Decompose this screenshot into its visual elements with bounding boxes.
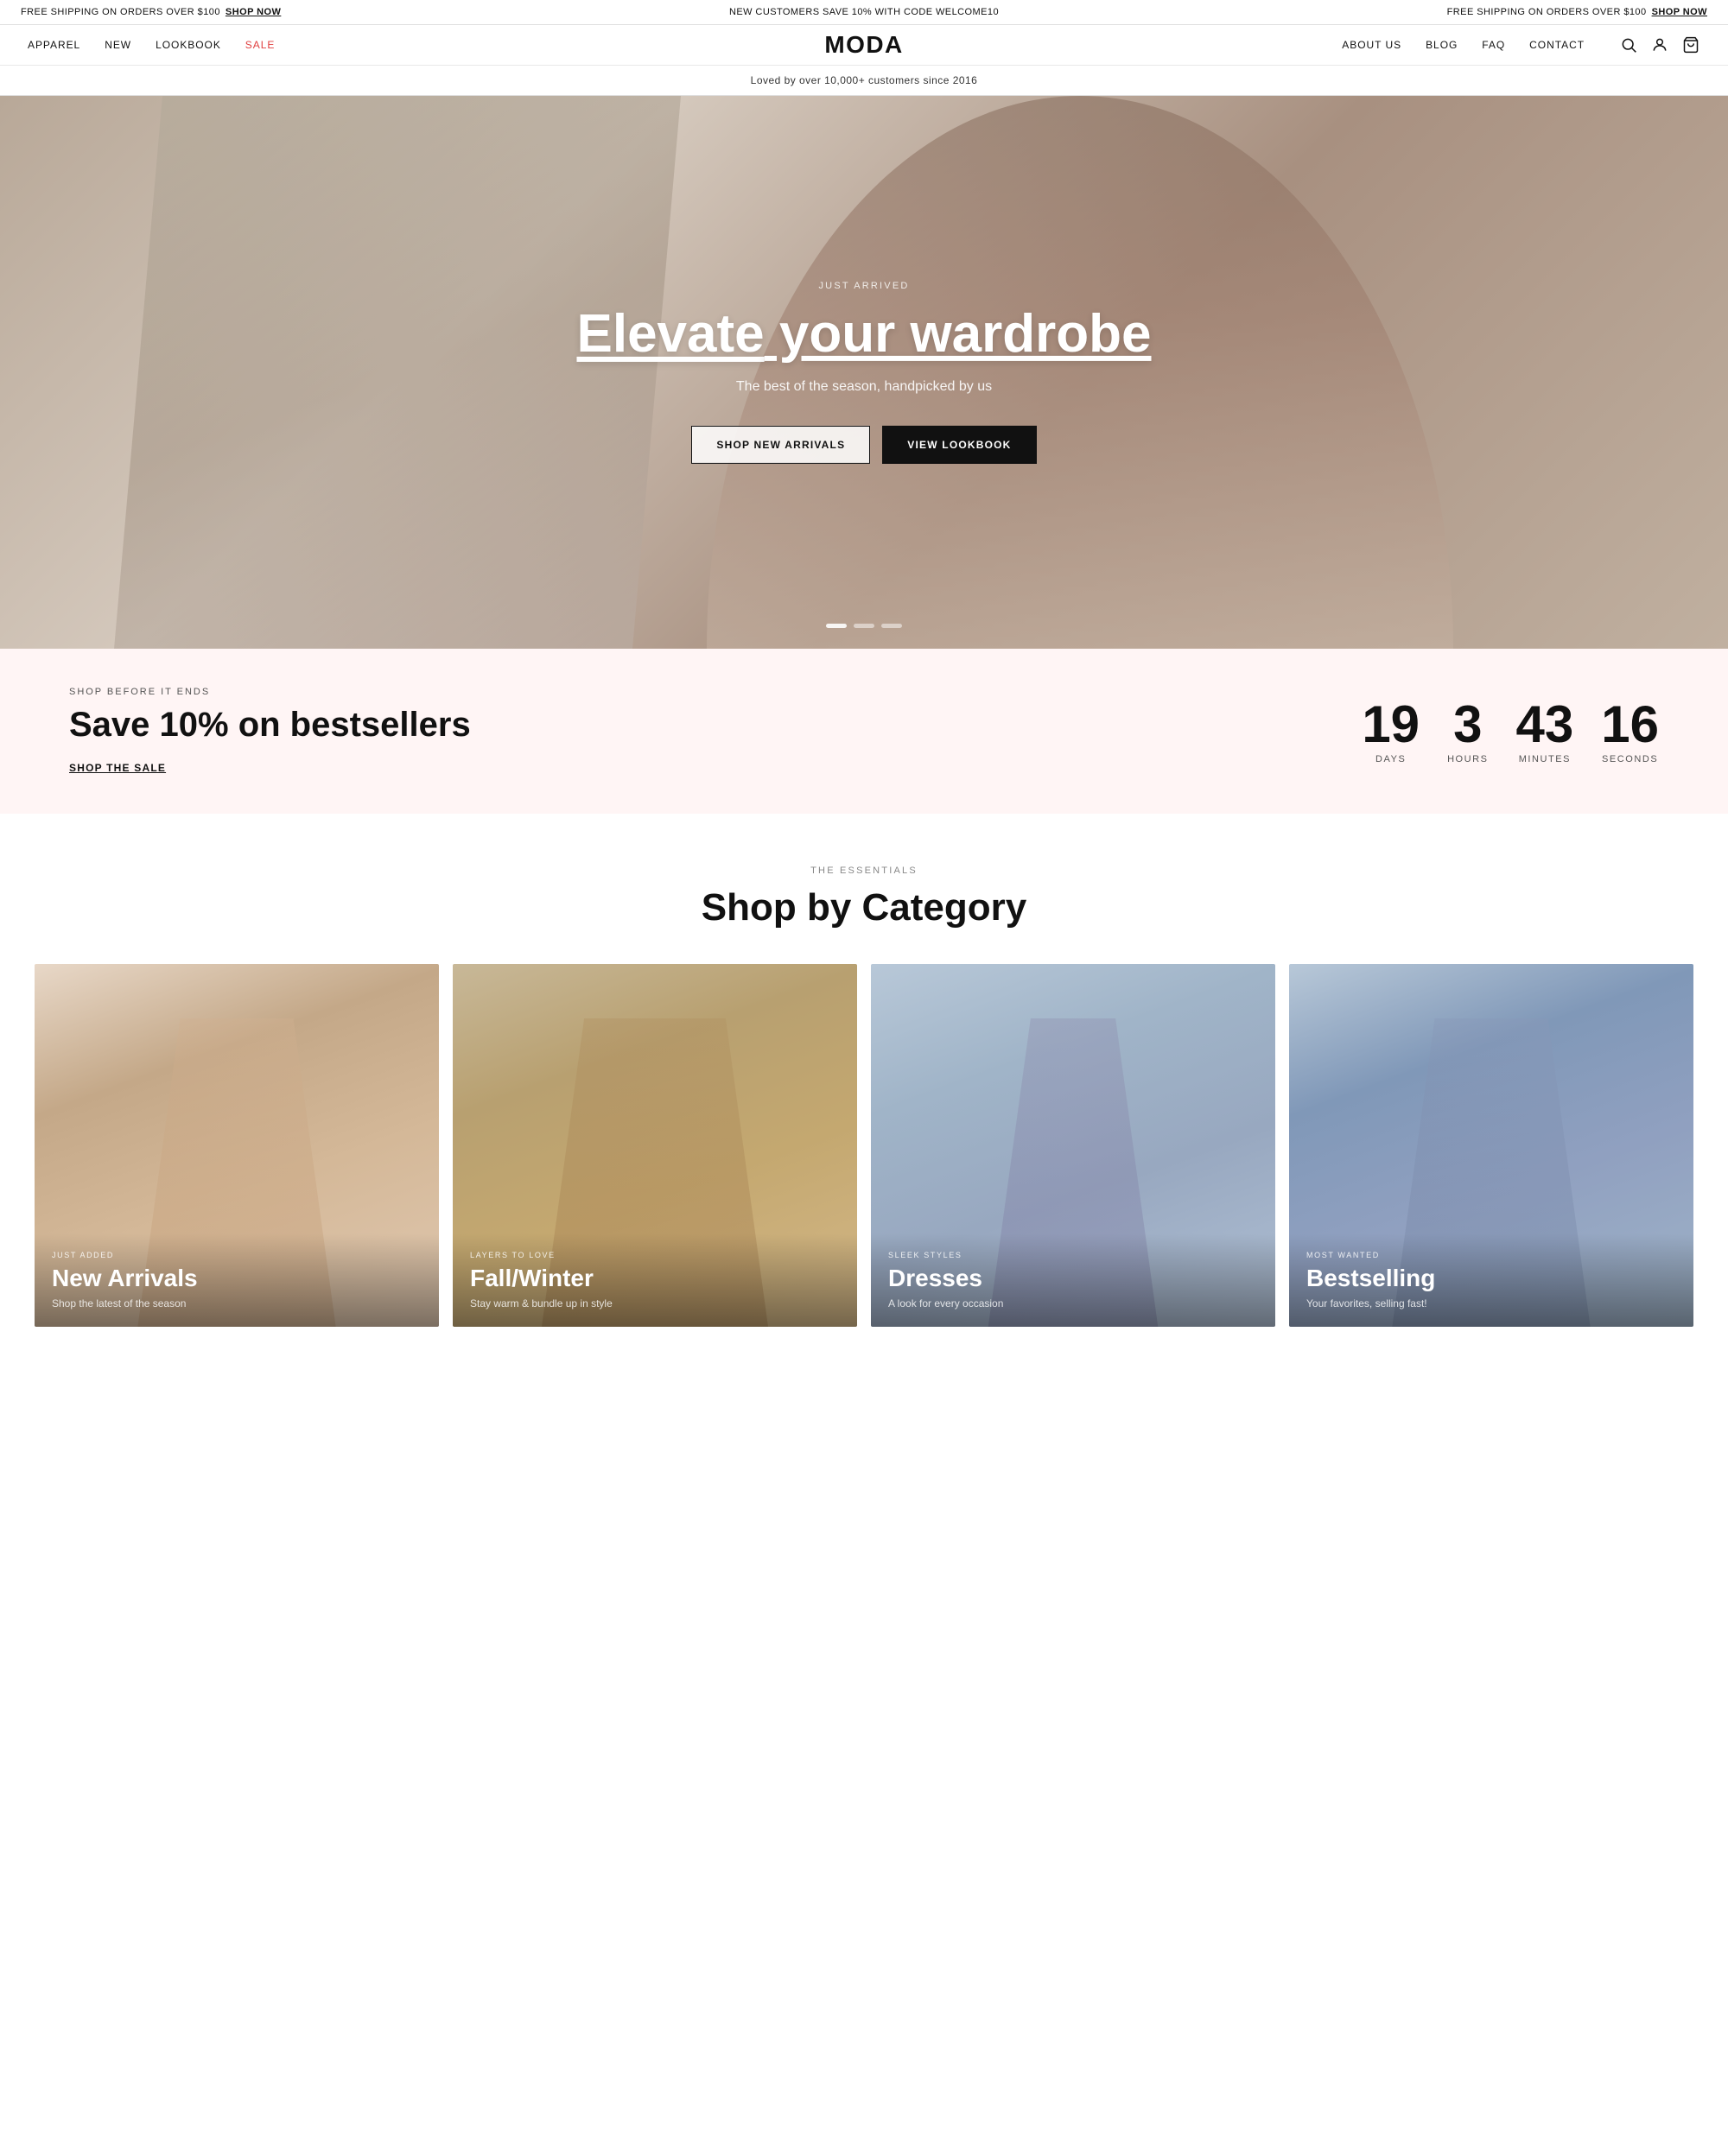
countdown-days-label: DAYS: [1362, 754, 1420, 764]
countdown-days-number: 19: [1362, 699, 1420, 751]
hero-section: JUST ARRIVED Elevate your wardrobe The b…: [0, 96, 1728, 649]
announcement-center: NEW CUSTOMERS SAVE 10% WITH CODE WELCOME…: [281, 7, 1446, 17]
card-subtitle-dresses: A look for every occasion: [888, 1297, 1258, 1309]
card-overlay-dresses: SLEEK STYLES Dresses A look for every oc…: [871, 1233, 1275, 1327]
card-subtitle-fall-winter: Stay warm & bundle up in style: [470, 1297, 840, 1309]
announcement-center-text: NEW CUSTOMERS SAVE 10% WITH CODE WELCOME…: [729, 7, 999, 17]
countdown-hours-label: HOURS: [1447, 754, 1488, 764]
nav-lookbook[interactable]: LOOKBOOK: [156, 39, 221, 51]
announcement-right: FREE SHIPPING ON ORDERS OVER $100 SHOP N…: [1447, 7, 1707, 17]
card-overlay-bestselling: MOST WANTED Bestselling Your favorites, …: [1289, 1233, 1693, 1327]
card-overlay-fall-winter: LAYERS TO LOVE Fall/Winter Stay warm & b…: [453, 1233, 857, 1327]
countdown-seconds: 16 SECONDS: [1601, 699, 1659, 764]
hero-dot-1[interactable]: [826, 624, 847, 628]
card-title-fall-winter: Fall/Winter: [470, 1265, 840, 1292]
category-card-fall-winter[interactable]: LAYERS TO LOVE Fall/Winter Stay warm & b…: [453, 964, 857, 1327]
hero-title-rest: your wardrobe: [765, 304, 1152, 364]
announcement-bar: FREE SHIPPING ON ORDERS OVER $100 SHOP N…: [0, 0, 1728, 25]
navbar: APPAREL NEW LOOKBOOK SALE MODA ABOUT US …: [0, 25, 1728, 66]
view-lookbook-button[interactable]: VIEW LOOKBOOK: [882, 426, 1036, 464]
card-tag-fall-winter: LAYERS TO LOVE: [470, 1251, 840, 1259]
nav-logo[interactable]: MODA: [824, 31, 903, 59]
category-card-bestselling[interactable]: MOST WANTED Bestselling Your favorites, …: [1289, 964, 1693, 1327]
category-section-label: THE ESSENTIALS: [35, 866, 1693, 876]
countdown-days: 19 DAYS: [1362, 699, 1420, 764]
account-icon[interactable]: [1650, 35, 1669, 54]
sale-text: SHOP BEFORE IT ENDS Save 10% on bestsell…: [69, 687, 1310, 776]
card-subtitle-bestselling: Your favorites, selling fast!: [1306, 1297, 1676, 1309]
nav-contact[interactable]: CONTACT: [1529, 39, 1585, 51]
hero-content: JUST ARRIVED Elevate your wardrobe The b…: [259, 281, 1469, 464]
countdown-hours-number: 3: [1447, 699, 1488, 751]
nav-icons: [1619, 35, 1700, 54]
category-card-dresses[interactable]: SLEEK STYLES Dresses A look for every oc…: [871, 964, 1275, 1327]
nav-sale[interactable]: SALE: [245, 39, 276, 51]
shop-new-arrivals-button[interactable]: SHOP NEW ARRIVALS: [691, 426, 870, 464]
sub-bar-text: Loved by over 10,000+ customers since 20…: [751, 74, 978, 86]
card-title-dresses: Dresses: [888, 1265, 1258, 1292]
card-tag-new-arrivals: JUST ADDED: [52, 1251, 422, 1259]
card-tag-dresses: SLEEK STYLES: [888, 1251, 1258, 1259]
nav-new[interactable]: NEW: [105, 39, 131, 51]
cart-icon[interactable]: [1681, 35, 1700, 54]
countdown-minutes-number: 43: [1516, 699, 1574, 751]
nav-about[interactable]: ABOUT US: [1342, 39, 1401, 51]
hero-dots: [826, 624, 902, 628]
announcement-left: FREE SHIPPING ON ORDERS OVER $100 SHOP N…: [21, 7, 281, 17]
category-section: THE ESSENTIALS Shop by Category JUST ADD…: [0, 814, 1728, 1379]
countdown-minutes: 43 MINUTES: [1516, 699, 1574, 764]
countdown-hours: 3 HOURS: [1447, 699, 1488, 764]
card-overlay-new-arrivals: JUST ADDED New Arrivals Shop the latest …: [35, 1233, 439, 1327]
announcement-right-text: FREE SHIPPING ON ORDERS OVER $100: [1447, 7, 1647, 17]
announcement-left-link[interactable]: SHOP NOW: [226, 7, 281, 17]
countdown-minutes-label: MINUTES: [1516, 754, 1574, 764]
nav-faq[interactable]: FAQ: [1482, 39, 1505, 51]
nav-right: ABOUT US BLOG FAQ CONTACT: [864, 35, 1700, 54]
announcement-right-link[interactable]: SHOP NOW: [1652, 7, 1707, 17]
card-subtitle-new-arrivals: Shop the latest of the season: [52, 1297, 422, 1309]
nav-apparel[interactable]: APPAREL: [28, 39, 80, 51]
hero-title-underline: Elevate: [576, 304, 764, 364]
shop-the-sale-link[interactable]: SHOP THE SALE: [69, 762, 166, 774]
card-title-bestselling: Bestselling: [1306, 1265, 1676, 1292]
nav-blog[interactable]: BLOG: [1426, 39, 1458, 51]
sale-label: SHOP BEFORE IT ENDS: [69, 687, 1310, 697]
category-card-new-arrivals[interactable]: JUST ADDED New Arrivals Shop the latest …: [35, 964, 439, 1327]
sale-title: Save 10% on bestsellers: [69, 706, 1310, 745]
category-section-title: Shop by Category: [35, 886, 1693, 929]
card-tag-bestselling: MOST WANTED: [1306, 1251, 1676, 1259]
search-icon[interactable]: [1619, 35, 1638, 54]
sub-bar: Loved by over 10,000+ customers since 20…: [0, 66, 1728, 96]
hero-title: Elevate your wardrobe: [259, 305, 1469, 364]
countdown-seconds-number: 16: [1601, 699, 1659, 751]
hero-dot-2[interactable]: [854, 624, 874, 628]
category-grid: JUST ADDED New Arrivals Shop the latest …: [35, 964, 1693, 1327]
countdown: 19 DAYS 3 HOURS 43 MINUTES 16 SECONDS: [1362, 699, 1659, 764]
nav-left: APPAREL NEW LOOKBOOK SALE: [28, 39, 864, 51]
hero-dot-3[interactable]: [881, 624, 902, 628]
countdown-seconds-label: SECONDS: [1601, 754, 1659, 764]
card-title-new-arrivals: New Arrivals: [52, 1265, 422, 1292]
hero-subtitle: The best of the season, handpicked by us: [259, 379, 1469, 395]
announcement-left-text: FREE SHIPPING ON ORDERS OVER $100: [21, 7, 220, 17]
sale-banner: SHOP BEFORE IT ENDS Save 10% on bestsell…: [0, 649, 1728, 814]
hero-label: JUST ARRIVED: [259, 281, 1469, 291]
hero-buttons: SHOP NEW ARRIVALS VIEW LOOKBOOK: [259, 426, 1469, 464]
